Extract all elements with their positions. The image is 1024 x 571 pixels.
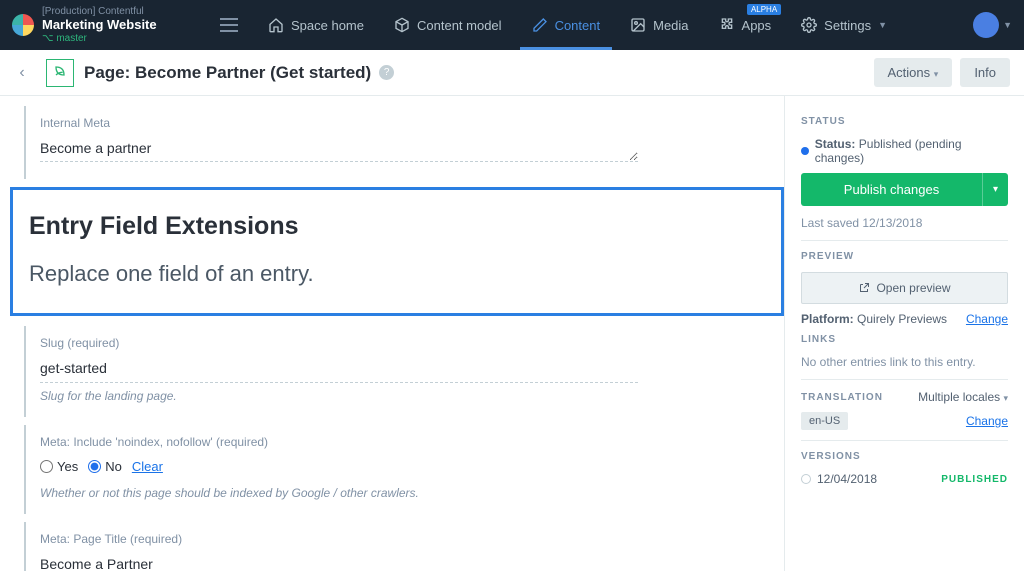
- page-leaf-icon: [46, 59, 74, 87]
- field-label: Meta: Include 'noindex, nofollow' (requi…: [40, 435, 770, 449]
- status-heading: STATUS: [801, 116, 1008, 127]
- nav-settings[interactable]: Settings ▼: [789, 0, 899, 50]
- last-saved: Last saved 12/13/2018: [801, 216, 1008, 230]
- nav-apps[interactable]: ALPHA Apps: [707, 0, 784, 50]
- publish-dropdown[interactable]: ▾: [982, 173, 1008, 206]
- links-empty: No other entries link to this entry.: [801, 355, 1008, 369]
- version-row[interactable]: 12/04/2018 PUBLISHED: [801, 472, 1008, 486]
- callout-overlay: Entry Field Extensions Replace one field…: [10, 187, 784, 316]
- nav-space-home[interactable]: Space home: [256, 0, 376, 50]
- locale-tag: en-US: [801, 412, 848, 430]
- publish-button[interactable]: Publish changes: [801, 173, 982, 206]
- field-slug: Slug (required) Slug for the landing pag…: [24, 326, 784, 417]
- cube-icon: [394, 17, 410, 33]
- help-icon[interactable]: ?: [379, 65, 394, 80]
- nav-label: Apps: [742, 18, 772, 33]
- image-icon: [630, 17, 646, 33]
- puzzle-icon: [719, 17, 735, 33]
- nav-label: Space home: [291, 18, 364, 33]
- chevron-down-icon: ▾: [934, 69, 939, 79]
- pencil-icon: [532, 17, 548, 33]
- info-button[interactable]: Info: [960, 58, 1010, 87]
- logo-icon: [12, 14, 34, 36]
- hamburger-icon[interactable]: [220, 18, 238, 32]
- title-bar: ‹ Page: Become Partner (Get started) ? A…: [0, 50, 1024, 96]
- field-help: Slug for the landing page.: [40, 389, 770, 403]
- translation-heading: TRANSLATION: [801, 392, 883, 403]
- radio-yes[interactable]: Yes: [40, 459, 78, 474]
- user-menu-caret[interactable]: ▼: [1003, 20, 1012, 30]
- field-label: Meta: Page Title (required): [40, 532, 770, 546]
- status-line: Status: Published (pending changes): [801, 137, 1008, 165]
- body: Internal Meta Entry Field Extensions Rep…: [0, 96, 1024, 571]
- clear-link[interactable]: Clear: [132, 459, 163, 474]
- status-dot-icon: [801, 147, 809, 155]
- version-status: PUBLISHED: [941, 474, 1008, 485]
- external-link-icon: [858, 282, 870, 294]
- field-noindex: Meta: Include 'noindex, nofollow' (requi…: [24, 425, 784, 514]
- nav-items: Space home Content model Content Media A…: [256, 0, 899, 50]
- nav-content[interactable]: Content: [520, 0, 613, 50]
- slug-input[interactable]: [40, 356, 638, 383]
- page-title-input[interactable]: [40, 552, 638, 571]
- field-label: Internal Meta: [40, 116, 770, 130]
- actions-button[interactable]: Actions ▾: [874, 58, 953, 87]
- home-icon: [268, 17, 284, 33]
- change-platform-link[interactable]: Change: [966, 312, 1008, 326]
- preview-heading: PREVIEW: [801, 251, 1008, 262]
- chevron-down-icon: ▼: [878, 20, 887, 30]
- callout-heading: Entry Field Extensions: [29, 212, 765, 241]
- translation-dropdown[interactable]: Multiple locales ▾: [918, 390, 1008, 404]
- nav-label: Content: [555, 18, 601, 33]
- internal-meta-input[interactable]: [40, 136, 638, 162]
- alpha-badge: ALPHA: [747, 4, 781, 15]
- env-label: [Production] Contentful: [42, 6, 157, 17]
- nav-label: Settings: [824, 18, 871, 33]
- open-preview-button[interactable]: Open preview: [801, 272, 1008, 304]
- nav-content-model[interactable]: Content model: [382, 0, 514, 50]
- branch-label[interactable]: master: [42, 33, 157, 44]
- back-button[interactable]: ‹: [8, 59, 36, 87]
- links-heading: LINKS: [801, 334, 1008, 345]
- top-nav: [Production] Contentful Marketing Websit…: [0, 0, 1024, 50]
- nav-label: Content model: [417, 18, 502, 33]
- space-name: Marketing Website: [42, 17, 157, 32]
- avatar[interactable]: [973, 12, 999, 38]
- brand-block: [Production] Contentful Marketing Websit…: [12, 6, 212, 44]
- callout-sub: Replace one field of an entry.: [29, 261, 765, 287]
- main-column: Internal Meta Entry Field Extensions Rep…: [0, 96, 784, 571]
- versions-heading: VERSIONS: [801, 451, 1008, 462]
- field-page-title: Meta: Page Title (required) 16 character…: [24, 522, 784, 571]
- radio-no[interactable]: No: [88, 459, 122, 474]
- field-help: Whether or not this page should be index…: [40, 486, 770, 500]
- nav-media[interactable]: Media: [618, 0, 700, 50]
- gear-icon: [801, 17, 817, 33]
- page-title: Page: Become Partner (Get started): [84, 63, 371, 83]
- nav-label: Media: [653, 18, 688, 33]
- field-internal-meta: Internal Meta: [24, 106, 784, 179]
- publish-split-button: Publish changes ▾: [801, 173, 1008, 206]
- sidebar: STATUS Status: Published (pending change…: [784, 96, 1024, 571]
- radio-circle-icon: [801, 474, 811, 484]
- field-label: Slug (required): [40, 336, 770, 350]
- change-locale-link[interactable]: Change: [966, 414, 1008, 428]
